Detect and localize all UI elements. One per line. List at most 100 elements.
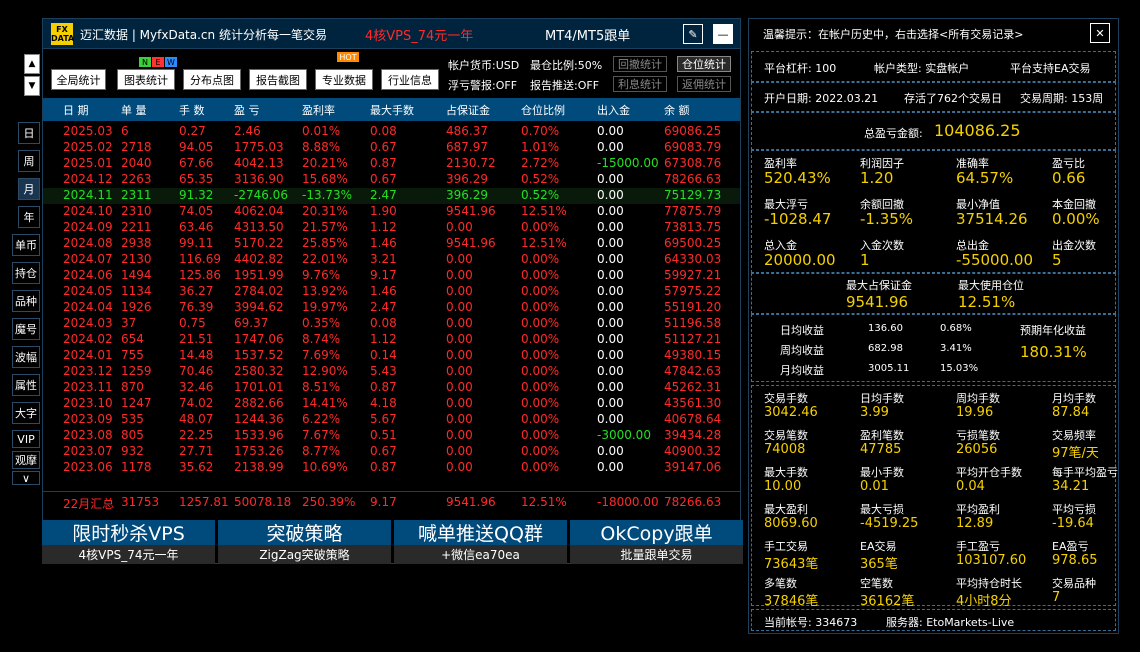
table-cell: 116.69: [179, 252, 221, 266]
scatter-plot-button[interactable]: 分布点图: [183, 69, 241, 90]
column-header[interactable]: 日 期: [63, 102, 89, 118]
rebate-stats-button[interactable]: 返佣统计: [677, 76, 731, 92]
column-header[interactable]: 最大手数: [370, 102, 414, 118]
table-cell: 0.00: [446, 300, 473, 314]
column-header[interactable]: 单 量: [121, 102, 147, 118]
banner-title: 突破策略: [218, 520, 391, 545]
tab-year[interactable]: 年: [18, 206, 40, 228]
table-cell: 47842.63: [664, 364, 722, 378]
edit-icon[interactable]: ✎: [683, 24, 703, 44]
column-header[interactable]: 盈利率: [302, 102, 335, 118]
tab-more[interactable]: ∨: [12, 471, 40, 485]
tab-holdings[interactable]: 持仓: [12, 262, 40, 284]
table-row[interactable]: 2024.05 1134 36.27 2784.02 13.92% 1.46 0.00 0.0…: [43, 284, 740, 300]
table-row[interactable]: 2023.10 1247 74.02 2882.66 14.41% 4.18 0.00 0.0…: [43, 396, 740, 412]
scroll-down-button[interactable]: ▼: [24, 76, 40, 96]
global-stats-button[interactable]: 全局统计: [51, 69, 106, 90]
stat-value: -1028.47: [764, 210, 832, 228]
table-row[interactable]: 2024.06 1494 125.86 1951.99 9.76% 9.17 0.00 0.0…: [43, 268, 740, 284]
summary-cell: -18000.00: [597, 495, 659, 509]
table-row[interactable]: 2025.01 2040 67.66 4042.13 20.21% 0.87 2130.72…: [43, 156, 740, 172]
table-row[interactable]: 2024.09 2211 63.46 4313.50 21.57% 1.12 0.00 0.0…: [43, 220, 740, 236]
column-header[interactable]: 仓位比例: [521, 102, 565, 118]
table-row[interactable]: 2024.03 37 0.75 69.37 0.35% 0.08 0.00 0.00% 0.00…: [43, 316, 740, 332]
table-cell: 0.00: [446, 444, 473, 458]
table-row[interactable]: 2023.07 932 27.71 1753.26 8.77% 0.67 0.00 0.00%…: [43, 444, 740, 460]
table-row[interactable]: 2025.02 2718 94.05 1775.03 8.88% 0.67 687.97 1.…: [43, 140, 740, 156]
stat-label: 交易品种: [1052, 577, 1096, 590]
industry-info-button[interactable]: 行业信息: [381, 69, 439, 90]
table-cell: 1259: [121, 364, 152, 378]
table-cell: 0.00: [597, 300, 624, 314]
table-row[interactable]: 2023.08 805 22.25 1533.96 7.67% 0.51 0.00 0.00%…: [43, 428, 740, 444]
table-row[interactable]: 2024.04 1926 76.39 3994.62 19.97% 2.47 0.00 0.0…: [43, 300, 740, 316]
column-header[interactable]: 手 数: [179, 102, 205, 118]
table-cell: 0.51: [370, 428, 397, 442]
table-cell: 805: [121, 428, 144, 442]
tab-day[interactable]: 日: [18, 122, 40, 144]
column-header[interactable]: 盈 亏: [234, 102, 260, 118]
tab-symbols[interactable]: 品种: [12, 290, 40, 312]
tab-single-currency[interactable]: 单币: [12, 234, 40, 256]
tab-large-font[interactable]: 大字: [12, 402, 40, 424]
table-cell: 2024.03: [63, 316, 113, 330]
table-row[interactable]: 2023.12 1259 70.46 2580.32 12.90% 5.43 0.00 0.0…: [43, 364, 740, 380]
table-row[interactable]: 2023.06 1178 35.62 2138.99 10.69% 0.87 0.00 0.0…: [43, 460, 740, 476]
column-header[interactable]: 出入金: [597, 102, 630, 118]
scroll-up-button[interactable]: ▲: [24, 54, 40, 74]
summary-cell: 250.39%: [302, 495, 356, 509]
stat-value: 36162笔: [860, 594, 915, 609]
stat-value: 0.00%: [1052, 210, 1100, 228]
table-row[interactable]: 2023.09 535 48.07 1244.36 6.22% 5.67 0.00 0.00%…: [43, 412, 740, 428]
interest-stats-button[interactable]: 利息统计: [613, 76, 667, 92]
table-row[interactable]: 2024.07 2130 116.69 4402.82 22.01% 3.21 0.00 0.…: [43, 252, 740, 268]
table-cell: 1.46: [370, 284, 397, 298]
tab-week[interactable]: 周: [18, 150, 40, 172]
column-header[interactable]: 占保证金: [446, 102, 490, 118]
table-cell: 1247: [121, 396, 152, 410]
table-row[interactable]: 2024.12 2263 65.35 3136.90 15.68% 0.67 396.29 0…: [43, 172, 740, 188]
table-row[interactable]: 2025.03 6 0.27 2.46 0.01% 0.08 486.37 0.70% 0.00…: [43, 124, 740, 140]
tab-magic[interactable]: 魔号: [12, 318, 40, 340]
close-icon[interactable]: ✕: [1090, 23, 1110, 43]
drawdown-stats-button[interactable]: 回撤统计: [613, 56, 667, 72]
table-cell: 51196.58: [664, 316, 722, 330]
tab-month[interactable]: 月: [18, 178, 40, 200]
position-stats-button[interactable]: 仓位统计: [677, 56, 731, 72]
okcopy-banner[interactable]: OkCopy跟单 批量跟单交易: [570, 520, 743, 564]
breakout-strategy-banner[interactable]: 突破策略 ZigZag突破策略: [218, 520, 391, 564]
table-row[interactable]: 2024.08 2938 99.11 5170.22 25.85% 1.46 9541.96…: [43, 236, 740, 252]
chart-stats-button[interactable]: 图表统计: [117, 69, 175, 90]
stat-value: -1.35%: [860, 210, 914, 228]
mt-follow-link[interactable]: MT4/MT5跟单: [545, 25, 630, 44]
table-cell: 22.01%: [302, 252, 348, 266]
table-cell: 67.66: [179, 156, 214, 170]
table-row[interactable]: 2024.11 2311 91.32 -2746.06 -13.73% 2.47 396.2…: [43, 188, 740, 204]
table-cell: 9541.96: [446, 204, 496, 218]
table-cell: 1.90: [370, 204, 397, 218]
stat-label: 最小手数: [860, 466, 904, 479]
table-row[interactable]: 2024.02 654 21.51 1747.06 8.74% 1.12 0.00 0.00%…: [43, 332, 740, 348]
table-cell: 9.76%: [302, 268, 341, 282]
tab-observe[interactable]: 观摩: [12, 451, 40, 469]
table-cell: 21.57%: [302, 220, 348, 234]
pro-data-button[interactable]: 专业数据: [315, 69, 373, 90]
table-cell: 13.92%: [302, 284, 348, 298]
table-row[interactable]: 2023.11 870 32.46 1701.01 8.51% 0.87 0.00 0.00%…: [43, 380, 740, 396]
qq-group-banner[interactable]: 喊单推送QQ群 +微信ea70ea: [394, 520, 567, 564]
table-row[interactable]: 2024.10 2310 74.05 4062.04 20.31% 1.90 9541.96…: [43, 204, 740, 220]
tab-volatility[interactable]: 波幅: [12, 346, 40, 368]
table-cell: 0.00%: [521, 364, 560, 378]
report-push[interactable]: 报告推送:OFF: [530, 77, 599, 93]
promo-banners: 限时秒杀VPS 4核VPS_74元一年 突破策略 ZigZag突破策略 喊单推送QQ群 +…: [42, 520, 743, 564]
minimize-icon[interactable]: —: [713, 24, 733, 44]
stat-label: 月均手数: [1052, 392, 1096, 405]
float-loss-alert[interactable]: 浮亏警报:OFF: [448, 77, 517, 93]
tab-vip[interactable]: VIP: [12, 430, 40, 448]
vps-promo-link[interactable]: 4核VPS_74元一年: [365, 25, 473, 44]
vps-sale-banner[interactable]: 限时秒杀VPS 4核VPS_74元一年: [42, 520, 215, 564]
tab-attributes[interactable]: 属性: [12, 374, 40, 396]
column-header[interactable]: 余 额: [664, 102, 690, 118]
table-row[interactable]: 2024.01 755 14.48 1537.52 7.69% 0.14 0.00 0.00%…: [43, 348, 740, 364]
report-screenshot-button[interactable]: 报告截图: [249, 69, 307, 90]
